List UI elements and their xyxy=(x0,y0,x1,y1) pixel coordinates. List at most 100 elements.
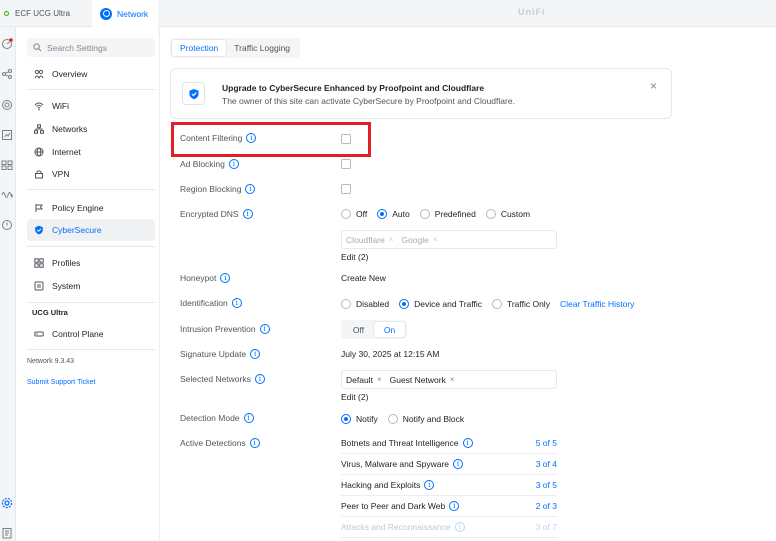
create-honeypot-link[interactable]: Create New xyxy=(341,273,386,283)
honeypot-label: Honeypot i xyxy=(180,273,231,283)
detection-name: Peer to Peer and Dark Web xyxy=(341,501,446,511)
detection-row[interactable]: Botnets and Threat Intelligence i 5 of 5 xyxy=(341,433,557,454)
sidebar-item-networks[interactable]: Networks xyxy=(27,118,155,140)
detection-name: Botnets and Threat Intelligence xyxy=(341,438,459,448)
info-icon[interactable]: i xyxy=(453,459,464,469)
info-icon[interactable]: i xyxy=(449,501,460,511)
detection-count[interactable]: 3 of 4 xyxy=(536,459,557,469)
dns-option-off[interactable]: Off xyxy=(341,209,367,219)
radio-button[interactable] xyxy=(485,209,496,219)
detection-row[interactable]: Peer to Peer and Dark Web i 2 of 3 xyxy=(341,496,557,517)
clear-traffic-history-link[interactable]: Clear Traffic History xyxy=(560,299,634,309)
device-header: UCG Ultra xyxy=(32,308,68,317)
close-icon[interactable]: × xyxy=(650,79,657,93)
protection-tabs: Protection Traffic Logging xyxy=(170,38,301,58)
sidebar-item-system[interactable]: System xyxy=(27,275,155,297)
users-icon[interactable] xyxy=(1,159,13,171)
settings-icon[interactable] xyxy=(1,497,13,509)
remove-tag-icon[interactable]: × xyxy=(450,375,455,384)
topology-icon[interactable] xyxy=(1,68,13,80)
region-blocking-checkbox[interactable] xyxy=(341,184,351,194)
detection-count[interactable]: 3 of 5 xyxy=(536,480,557,490)
search-input[interactable]: Search Settings xyxy=(27,38,155,57)
app-rail xyxy=(0,27,16,541)
radio-button[interactable] xyxy=(491,299,502,309)
dns-option-auto[interactable]: Auto xyxy=(377,209,410,219)
dashboard-icon[interactable] xyxy=(1,38,13,50)
sidebar-item-policy-engine[interactable]: Policy Engine xyxy=(27,197,155,219)
notes-icon[interactable] xyxy=(1,527,13,539)
dns-option-predefined[interactable]: Predefined xyxy=(419,209,476,219)
dns-edit-link[interactable]: Edit (2) xyxy=(341,252,368,262)
info-icon[interactable]: i xyxy=(250,349,261,359)
ips-off-option[interactable]: Off xyxy=(343,322,374,337)
radio-label: Traffic Only xyxy=(506,299,550,309)
network-tab[interactable]: Network xyxy=(92,0,158,27)
detection-count[interactable]: 3 of 7 xyxy=(536,522,557,532)
statistics-icon[interactable] xyxy=(1,129,13,141)
radio-label: Custom xyxy=(500,209,531,219)
info-icon[interactable]: i xyxy=(242,209,253,219)
radio-button[interactable] xyxy=(341,299,351,309)
info-icon[interactable]: i xyxy=(243,413,254,423)
detection-row[interactable]: Attacks and Reconnaissance i 3 of 7 xyxy=(341,517,557,538)
detection-option-notify-block[interactable]: Notify and Block xyxy=(387,414,464,424)
sidebar-item-overview[interactable]: Overview xyxy=(27,63,155,85)
info-icon[interactable]: i xyxy=(259,324,270,334)
identification-option-device-traffic[interactable]: Device and Traffic xyxy=(399,299,482,309)
detection-option-notify[interactable]: Notify xyxy=(341,414,378,424)
info-icon[interactable]: i xyxy=(424,480,435,490)
info-icon[interactable]: i xyxy=(462,438,473,448)
info-icon[interactable]: i xyxy=(249,438,260,448)
detection-row[interactable]: Virus, Malware and Spyware i 3 of 4 xyxy=(341,454,557,475)
ips-on-option[interactable]: On xyxy=(374,322,405,337)
info-icon[interactable]: i xyxy=(245,184,256,194)
detection-count[interactable]: 2 of 3 xyxy=(536,501,557,511)
sidebar-item-vpn[interactable]: VPN xyxy=(27,163,155,185)
radio-icon[interactable] xyxy=(1,189,13,201)
detection-row[interactable]: Hacking and Exploits i 3 of 5 xyxy=(341,475,557,496)
clients-icon[interactable] xyxy=(1,99,13,111)
sidebar-item-cybersecure[interactable]: CyberSecure xyxy=(27,219,155,241)
policy-icon xyxy=(35,204,43,212)
info-icon[interactable]: i xyxy=(254,374,265,384)
radio-button[interactable] xyxy=(399,299,410,309)
networks-edit-link[interactable]: Edit (2) xyxy=(341,392,368,402)
sidebar-item-profiles[interactable]: Profiles xyxy=(27,252,155,274)
info-icon[interactable]: i xyxy=(220,273,231,283)
radio-button[interactable] xyxy=(377,209,388,219)
sidebar-item-internet[interactable]: Internet xyxy=(27,141,155,163)
radio-button[interactable] xyxy=(419,209,430,219)
brand-logo: UniFi xyxy=(518,7,546,17)
tab-protection[interactable]: Protection xyxy=(172,40,227,56)
remove-tag-icon[interactable]: × xyxy=(433,235,438,244)
remove-tag-icon[interactable]: × xyxy=(389,235,394,244)
info-icon[interactable]: i xyxy=(231,298,242,308)
detection-count[interactable]: 5 of 5 xyxy=(536,438,557,448)
selected-networks-field[interactable]: Default × Guest Network × xyxy=(341,370,557,389)
identification-option-traffic-only[interactable]: Traffic Only xyxy=(491,299,550,309)
site-tab[interactable]: ECF UCG Ultra xyxy=(0,0,92,27)
identification-option-disabled[interactable]: Disabled xyxy=(341,299,389,309)
tab-traffic-logging[interactable]: Traffic Logging xyxy=(226,40,298,56)
sidebar-item-control-plane[interactable]: Control Plane xyxy=(27,323,155,345)
info-icon[interactable]: i xyxy=(454,522,465,532)
radio-label: Notify xyxy=(356,414,378,424)
detection-name: Hacking and Exploits xyxy=(341,480,421,490)
radio-button[interactable] xyxy=(387,414,398,424)
dns-option-custom[interactable]: Custom xyxy=(485,209,531,219)
status-dot-icon xyxy=(4,11,9,16)
radio-button[interactable] xyxy=(341,209,351,219)
main-content: Protection Traffic Logging Upgrade to Cy… xyxy=(160,27,776,541)
sidebar-item-wifi[interactable]: WiFi xyxy=(27,95,155,117)
info-icon[interactable]: i xyxy=(228,159,239,169)
sidebar-item-label: Profiles xyxy=(52,258,81,268)
remove-tag-icon[interactable]: × xyxy=(377,375,382,384)
divider xyxy=(27,246,155,247)
support-ticket-link[interactable]: Submit Support Ticket xyxy=(27,379,95,386)
cybersecure-shield-icon xyxy=(182,82,205,105)
dns-servers-field[interactable]: Cloudflare × Google × xyxy=(341,230,557,249)
radio-button[interactable] xyxy=(341,414,351,424)
shield-icon[interactable] xyxy=(1,219,13,231)
ad-blocking-checkbox[interactable] xyxy=(341,159,351,169)
